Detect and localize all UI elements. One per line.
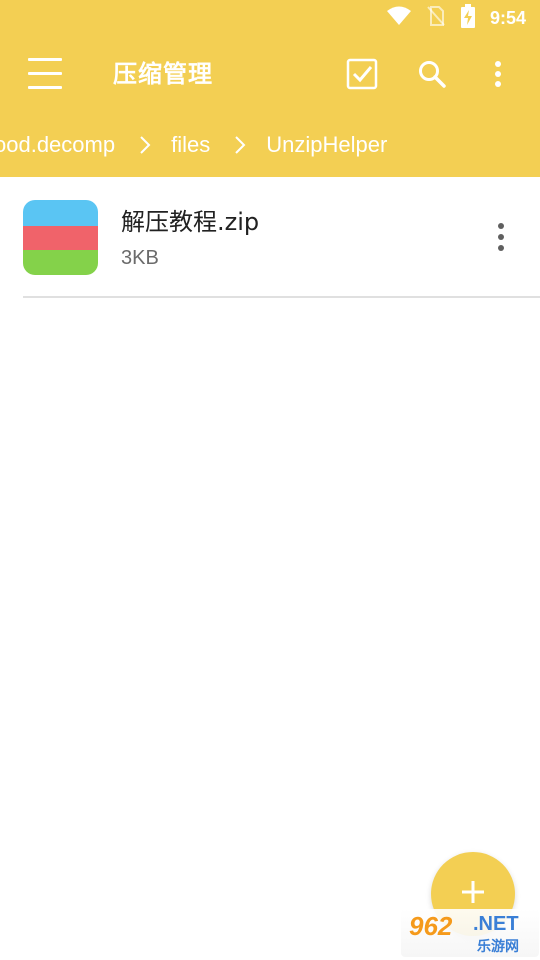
status-time: 9:54 xyxy=(489,7,526,28)
item-more-vert-icon[interactable] xyxy=(486,217,516,257)
search-icon[interactable] xyxy=(412,54,452,94)
wifi-icon xyxy=(386,5,412,31)
hamburger-menu-icon[interactable] xyxy=(28,56,64,92)
watermark-subtitle: 乐游网 xyxy=(477,939,519,955)
chevron-right-icon xyxy=(139,135,151,155)
file-size: 3KB xyxy=(121,247,159,269)
app-bar: 压缩管理 xyxy=(0,36,540,112)
page-title: 压缩管理 xyxy=(113,60,213,88)
watermark-suffix: .NET xyxy=(473,913,519,935)
breadcrumb: ood.decomp files UnzipHelper xyxy=(0,112,540,177)
list-item[interactable]: 解压教程.zip 3KB xyxy=(0,177,540,297)
breadcrumb-item[interactable]: UnzipHelper xyxy=(266,132,387,158)
watermark-number: 962 xyxy=(409,911,453,941)
status-bar: 9:54 xyxy=(0,0,540,36)
breadcrumb-item[interactable]: files xyxy=(171,132,210,158)
zip-file-icon xyxy=(23,200,98,275)
plus-icon xyxy=(461,880,485,908)
file-name: 解压教程.zip xyxy=(121,208,260,236)
chevron-right-icon xyxy=(234,135,246,155)
breadcrumb-item[interactable]: ood.decomp xyxy=(0,132,115,158)
status-icons: 9:54 xyxy=(386,4,526,32)
list-divider xyxy=(23,296,540,298)
battery-charging-icon xyxy=(460,4,476,32)
more-vert-icon[interactable] xyxy=(478,54,518,94)
breadcrumb-items: ood.decomp files UnzipHelper xyxy=(0,112,387,177)
no-sim-icon xyxy=(426,5,446,31)
watermark-logo: 962 .NET 乐游网 xyxy=(401,909,539,957)
select-all-checkbox-icon[interactable] xyxy=(342,54,382,94)
